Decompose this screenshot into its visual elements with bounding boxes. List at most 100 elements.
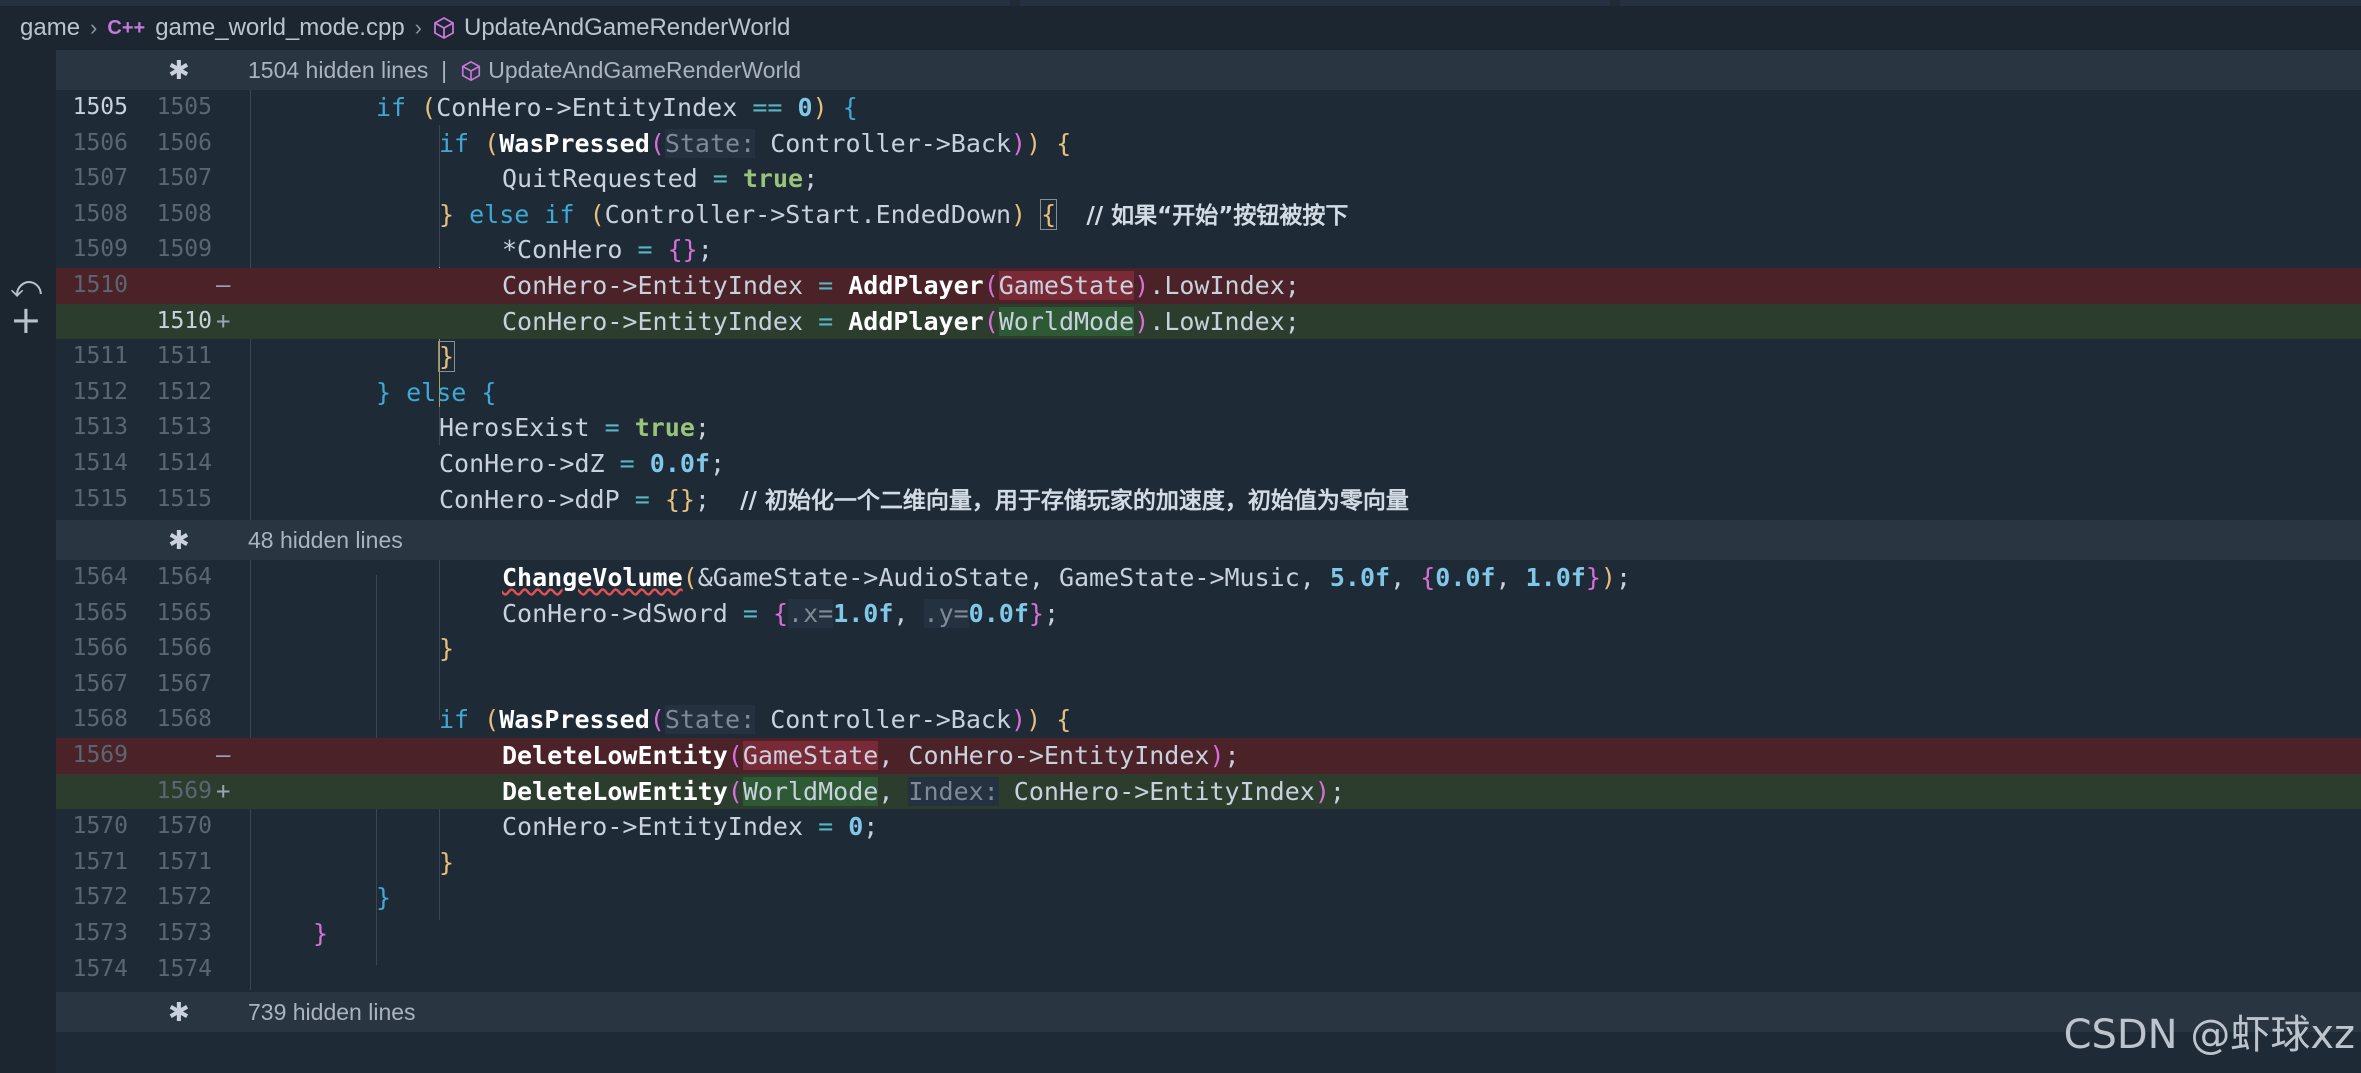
code-line[interactable]: 1565 1565 ConHero->dSword = {.x=1.0f, .y=…: [56, 596, 2361, 632]
code-line[interactable]: 1509 1509 *ConHero = {};: [56, 232, 2361, 268]
code-token: HerosExist = true;: [439, 413, 710, 443]
code-token: =: [818, 812, 834, 842]
breadcrumb-file[interactable]: game_world_mode.cpp: [155, 14, 404, 42]
code-token: 0: [797, 93, 813, 122]
code-token: if: [544, 199, 575, 229]
code-line[interactable]: 1512 1512 } else {: [56, 375, 2361, 411]
code-token: ConHero->EntityIndex: [1013, 776, 1315, 806]
code-token: 0.0: [968, 598, 1014, 628]
code-token: ConHero->EntityIndex = AddPlayer(WorldMo…: [502, 304, 1300, 340]
code-line[interactable]: 1567 1567: [56, 667, 2361, 703]
deleted-line[interactable]: 1569 — DeleteLowEntity(GameState, ConHer…: [56, 738, 2361, 774]
hidden-lines-fold[interactable]: ✱ 739 hidden lines: [56, 992, 2361, 1032]
code-token: ): [1600, 563, 1616, 592]
code-token: }: [376, 377, 392, 407]
fold-label: 739 hidden lines: [248, 999, 416, 1025]
code-line[interactable]: 1505 1505 if (ConHero->EntityIndex == 0) …: [56, 90, 2361, 126]
code-token: true: [634, 413, 695, 443]
line-number: 1571: [72, 848, 128, 875]
code-line[interactable]: 1573 1573 }: [56, 916, 2361, 952]
inlay-hint: State:: [664, 705, 756, 735]
code-line[interactable]: 1513 1513 HerosExist = true;: [56, 410, 2361, 446]
unfold-icon[interactable]: ✱: [168, 50, 190, 90]
code-token: QuitRequested: [502, 164, 698, 194]
inlay-hint: Index:: [908, 776, 999, 806]
code-token: (: [649, 128, 665, 158]
code-line[interactable]: 1570 1570 ConHero->EntityIndex = 0;: [56, 809, 2361, 845]
line-number: 1565: [156, 599, 212, 626]
code-token: }: [439, 631, 454, 667]
code-token: =: [818, 271, 834, 300]
code-token: if: [439, 128, 470, 158]
hidden-lines-fold[interactable]: ✱ 48 hidden lines: [56, 520, 2361, 560]
code-token: }: [439, 847, 455, 877]
code-token: }: [439, 634, 455, 664]
deleted-line[interactable]: 1510 — ConHero->EntityIndex = AddPlayer(…: [56, 268, 2361, 304]
code-line[interactable]: 1571 1571 }: [56, 845, 2361, 881]
code-line[interactable]: 1506 1506 if (WasPressed(State: Controlle…: [56, 126, 2361, 162]
code-token: (: [484, 705, 500, 735]
code-token: ConHero->EntityIndex: [908, 741, 1210, 770]
code-token: *ConHero: [502, 235, 623, 265]
breadcrumb-folder[interactable]: game: [20, 14, 80, 42]
line-number: 1514: [72, 450, 128, 476]
code-line[interactable]: 1508 1508 } else if (Controller->Start.En…: [56, 197, 2361, 233]
line-number: 1510: [156, 307, 212, 334]
code-token: }: [437, 341, 456, 373]
code-token: }: [376, 883, 392, 913]
line-number: 1512: [156, 378, 212, 405]
code-token: f: [1570, 563, 1586, 592]
code-token: GameState->Music: [1058, 563, 1300, 592]
unfold-icon[interactable]: ✱: [168, 992, 190, 1032]
code-token: true: [742, 164, 804, 194]
code-token: ): [1026, 705, 1042, 735]
code-token: if (WasPressed(State: Controller->Back))…: [439, 702, 1071, 738]
code-line[interactable]: 1564 1564 ChangeVolume(&GameState->AudioS…: [56, 560, 2361, 596]
code-token: ==: [752, 93, 783, 122]
inlay-hint: .y=: [923, 598, 969, 628]
breadcrumb-symbol[interactable]: UpdateAndGameRenderWorld: [464, 14, 790, 42]
diff-editor[interactable]: ✱ 1504 hidden lines | UpdateAndGameRende…: [56, 50, 2361, 1073]
code-token: 0: [848, 812, 864, 842]
code-token: 1.0: [833, 598, 879, 628]
add-icon[interactable]: +: [10, 298, 42, 342]
code-token: WasPressed: [499, 705, 650, 735]
code-token: {: [1420, 563, 1436, 592]
code-line[interactable]: 1572 1572 }: [56, 880, 2361, 916]
code-token: else: [406, 377, 467, 407]
code-token: }: [439, 199, 455, 229]
code-line[interactable]: 1568 1568 if (WasPressed(State: Controlle…: [56, 702, 2361, 738]
symbol-method-icon: [461, 60, 480, 82]
code-token: ConHero->EntityIndex: [502, 812, 804, 842]
code-token: ConHero->dSword: [502, 598, 728, 628]
chevron-right-icon: ›: [414, 15, 422, 40]
code-token: ): [1011, 128, 1027, 158]
code-line[interactable]: 1574 1574: [56, 952, 2361, 988]
line-number: 1564: [72, 564, 128, 590]
code-token: (: [983, 306, 999, 336]
code-token: if (ConHero->EntityIndex == 0) {: [376, 90, 858, 126]
code-token: (: [682, 563, 698, 592]
code-line[interactable]: 1511 1511 }: [56, 339, 2361, 375]
added-line[interactable]: 1510 + ConHero->EntityIndex = AddPlayer(…: [56, 303, 2361, 340]
code-token: ConHero->EntityIndex: [502, 271, 804, 300]
code-line[interactable]: 1515 1515 ConHero->ddP = {}; // 初始化一个二维向量…: [56, 482, 2361, 518]
watermark: CSDN @虾球xz: [2063, 1012, 2355, 1058]
code-token: ConHero->EntityIndex: [502, 306, 804, 336]
code-token: ConHero->EntityIndex = AddPlayer(GameSta…: [502, 268, 1300, 304]
code-line[interactable]: 1514 1514 ConHero->dZ = 0.0f;: [56, 446, 2361, 482]
code-token: }: [439, 845, 454, 881]
code-line[interactable]: 1507 1507 QuitRequested = true;: [56, 161, 2361, 197]
unfold-icon[interactable]: ✱: [168, 520, 190, 560]
code-token: 5.0: [1329, 563, 1376, 592]
line-number: 1564: [156, 564, 212, 590]
hidden-lines-fold[interactable]: ✱ 1504 hidden lines | UpdateAndGameRende…: [56, 50, 2361, 90]
line-number: 1509: [72, 236, 128, 263]
code-token: 1.0: [1525, 563, 1571, 592]
line-number: 1513: [72, 414, 128, 441]
code-line[interactable]: 1566 1566 }: [56, 631, 2361, 667]
added-line[interactable]: 1569 + DeleteLowEntity(WorldMode, Index:…: [56, 773, 2361, 810]
symbol-method-icon: [434, 16, 454, 40]
line-number: 1570: [72, 813, 128, 840]
code-token: DeleteLowEntity: [502, 776, 728, 806]
